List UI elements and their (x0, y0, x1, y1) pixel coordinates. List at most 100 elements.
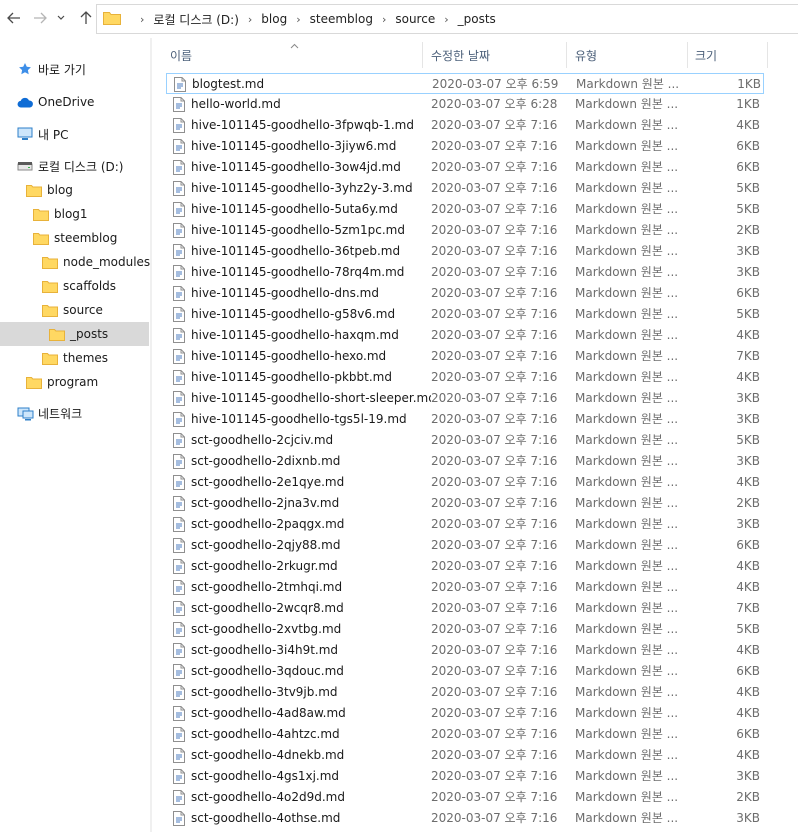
file-type: Markdown 원본 ... (575, 412, 679, 426)
breadcrumb-local-disk[interactable]: 로컬 디스크 (D:) (153, 11, 238, 28)
file-row[interactable]: sct-goodhello-2qjy88.md 2020-03-07 오후 7:1… (166, 535, 764, 556)
markdown-file-icon (173, 622, 185, 637)
file-row[interactable]: hive-101145-goodhello-haxqm.md 2020-03-07… (166, 325, 764, 346)
file-size: 6KB (736, 664, 760, 678)
breadcrumb-blog[interactable]: blog (261, 12, 287, 26)
file-row[interactable]: hive-101145-goodhello-78rq4m.md 2020-03-0… (166, 262, 764, 283)
file-size: 5KB (736, 307, 760, 321)
file-name: sct-goodhello-2wcqr8.md (191, 601, 344, 615)
file-row[interactable]: hive-101145-goodhello-tgs5l-19.md 2020-03… (166, 409, 764, 430)
file-date: 2020-03-07 오후 7:16 (431, 433, 558, 447)
file-date: 2020-03-07 오후 6:59 (432, 77, 559, 91)
file-row[interactable]: hive-101145-goodhello-g58v6.md 2020-03-07… (166, 304, 764, 325)
sidebar-item-blog1[interactable]: blog1 (32, 202, 88, 226)
file-date: 2020-03-07 오후 7:16 (431, 160, 558, 174)
file-row[interactable]: hive-101145-goodhello-3jiyw6.md 2020-03-0… (166, 136, 764, 157)
back-button[interactable] (4, 8, 24, 28)
file-row[interactable]: sct-goodhello-2cjciv.md 2020-03-07 오후 7:1… (166, 430, 764, 451)
drive-icon (16, 158, 34, 174)
file-row[interactable]: hive-101145-goodhello-3ow4jd.md 2020-03-0… (166, 157, 764, 178)
file-size: 6KB (736, 160, 760, 174)
sidebar-item-this-pc[interactable]: 내 PC (16, 122, 68, 146)
markdown-file-icon (173, 769, 185, 784)
column-divider[interactable] (687, 42, 688, 68)
breadcrumb-posts[interactable]: _posts (458, 12, 496, 26)
file-type: Markdown 원본 ... (575, 601, 679, 615)
column-divider[interactable] (767, 42, 768, 68)
file-row[interactable]: sct-goodhello-4othse.md 2020-03-07 오후 7:1… (166, 808, 764, 829)
file-row[interactable]: hive-101145-goodhello-5uta6y.md 2020-03-0… (166, 199, 764, 220)
file-row[interactable]: sct-goodhello-3tv9jb.md 2020-03-07 오후 7:1… (166, 682, 764, 703)
file-row[interactable]: hive-101145-goodhello-3fpwqb-1.md 2020-03… (166, 115, 764, 136)
file-row[interactable]: sct-goodhello-2wcqr8.md 2020-03-07 오후 7:1… (166, 598, 764, 619)
markdown-file-icon (174, 77, 186, 92)
file-row[interactable]: sct-goodhello-2dixnb.md 2020-03-07 오후 7:1… (166, 451, 764, 472)
sidebar-item-blog[interactable]: blog (25, 178, 73, 202)
file-date: 2020-03-07 오후 7:16 (431, 559, 558, 573)
column-divider[interactable] (422, 42, 423, 68)
file-date: 2020-03-07 오후 7:16 (431, 643, 558, 657)
markdown-file-icon (173, 97, 185, 112)
file-row[interactable]: hive-101145-goodhello-dns.md 2020-03-07 오… (166, 283, 764, 304)
file-row[interactable]: sct-goodhello-4ahtzc.md 2020-03-07 오후 7:1… (166, 724, 764, 745)
file-date: 2020-03-07 오후 7:16 (431, 139, 558, 153)
column-header-name[interactable]: 이름 (170, 42, 410, 68)
file-size: 1KB (736, 97, 760, 111)
file-size: 6KB (736, 286, 760, 300)
file-row[interactable]: sct-goodhello-4dnekb.md 2020-03-07 오후 7:1… (166, 745, 764, 766)
file-row[interactable]: sct-goodhello-3qdouc.md 2020-03-07 오후 7:1… (166, 661, 764, 682)
file-row[interactable]: hive-101145-goodhello-3yhz2y-3.md 2020-03… (166, 178, 764, 199)
file-date: 2020-03-07 오후 7:16 (431, 265, 558, 279)
sidebar-item-onedrive[interactable]: OneDrive (16, 90, 94, 114)
sidebar-item-local-disk[interactable]: 로컬 디스크 (D:) (16, 154, 123, 178)
sidebar-item-themes[interactable]: themes (41, 346, 108, 370)
file-size: 3KB (736, 517, 760, 531)
file-row[interactable]: sct-goodhello-2rkugr.md 2020-03-07 오후 7:1… (166, 556, 764, 577)
sidebar-item-posts[interactable]: _posts (0, 322, 149, 346)
file-row[interactable]: hive-101145-goodhello-36tpeb.md 2020-03-0… (166, 241, 764, 262)
sidebar-item-quick-access[interactable]: 바로 가기 (16, 57, 86, 81)
sidebar-item-program[interactable]: program (25, 370, 98, 394)
column-header-type[interactable]: 유형 (575, 42, 685, 68)
file-row[interactable]: hive-101145-goodhello-hexo.md 2020-03-07 … (166, 346, 764, 367)
up-button[interactable] (76, 8, 96, 28)
file-type: Markdown 원본 ... (575, 517, 679, 531)
folder-icon (32, 230, 50, 246)
recent-locations-button[interactable] (54, 8, 68, 28)
sidebar-item-label: blog1 (54, 207, 88, 221)
file-row[interactable]: sct-goodhello-2paqgx.md 2020-03-07 오후 7:1… (166, 514, 764, 535)
folder-icon (41, 350, 59, 366)
file-row[interactable]: sct-goodhello-2e1qye.md 2020-03-07 오후 7:1… (166, 472, 764, 493)
file-row[interactable]: hive-101145-goodhello-pkbbt.md 2020-03-07… (166, 367, 764, 388)
file-date: 2020-03-07 오후 7:16 (431, 727, 558, 741)
file-type: Markdown 원본 ... (575, 475, 679, 489)
file-row[interactable]: hello-world.md 2020-03-07 오후 6:28 Markdown… (166, 94, 764, 115)
address-bar[interactable]: › 로컬 디스크 (D:) › blog › steemblog › sourc… (96, 4, 798, 34)
sidebar-item-steemblog[interactable]: steemblog (32, 226, 117, 250)
file-row[interactable]: sct-goodhello-4ad8aw.md 2020-03-07 오후 7:1… (166, 703, 764, 724)
markdown-file-icon (173, 538, 185, 553)
file-row[interactable]: sct-goodhello-2xvtbg.md 2020-03-07 오후 7:1… (166, 619, 764, 640)
column-divider[interactable] (566, 42, 567, 68)
breadcrumb-steemblog[interactable]: steemblog (310, 12, 373, 26)
sidebar-item-network[interactable]: 네트워크 (16, 401, 82, 425)
sidebar-item-node-modules[interactable]: node_modules (41, 250, 150, 274)
file-row[interactable]: sct-goodhello-3i4h9t.md 2020-03-07 오후 7:1… (166, 640, 764, 661)
file-row[interactable]: sct-goodhello-4o2d9d.md 2020-03-07 오후 7:1… (166, 787, 764, 808)
sidebar-item-source[interactable]: source (41, 298, 103, 322)
markdown-file-icon (173, 601, 185, 616)
file-row[interactable]: hive-101145-goodhello-short-sleeper.md 20… (166, 388, 764, 409)
forward-button[interactable] (30, 8, 50, 28)
breadcrumb-source[interactable]: source (395, 12, 435, 26)
column-header-size[interactable]: 크기 (695, 42, 765, 68)
file-size: 5KB (736, 202, 760, 216)
column-header-date[interactable]: 수정한 날짜 (431, 42, 561, 68)
file-row[interactable]: sct-goodhello-2tmhqi.md 2020-03-07 오후 7:1… (166, 577, 764, 598)
file-date: 2020-03-07 오후 7:16 (431, 811, 558, 825)
markdown-file-icon (173, 496, 185, 511)
file-row[interactable]: sct-goodhello-2jna3v.md 2020-03-07 오후 7:1… (166, 493, 764, 514)
file-row[interactable]: hive-101145-goodhello-5zm1pc.md 2020-03-0… (166, 220, 764, 241)
file-row[interactable]: blogtest.md 2020-03-07 오후 6:59 Markdown 원본… (166, 73, 764, 94)
sidebar-item-scaffolds[interactable]: scaffolds (41, 274, 116, 298)
file-row[interactable]: sct-goodhello-4gs1xj.md 2020-03-07 오후 7:1… (166, 766, 764, 787)
